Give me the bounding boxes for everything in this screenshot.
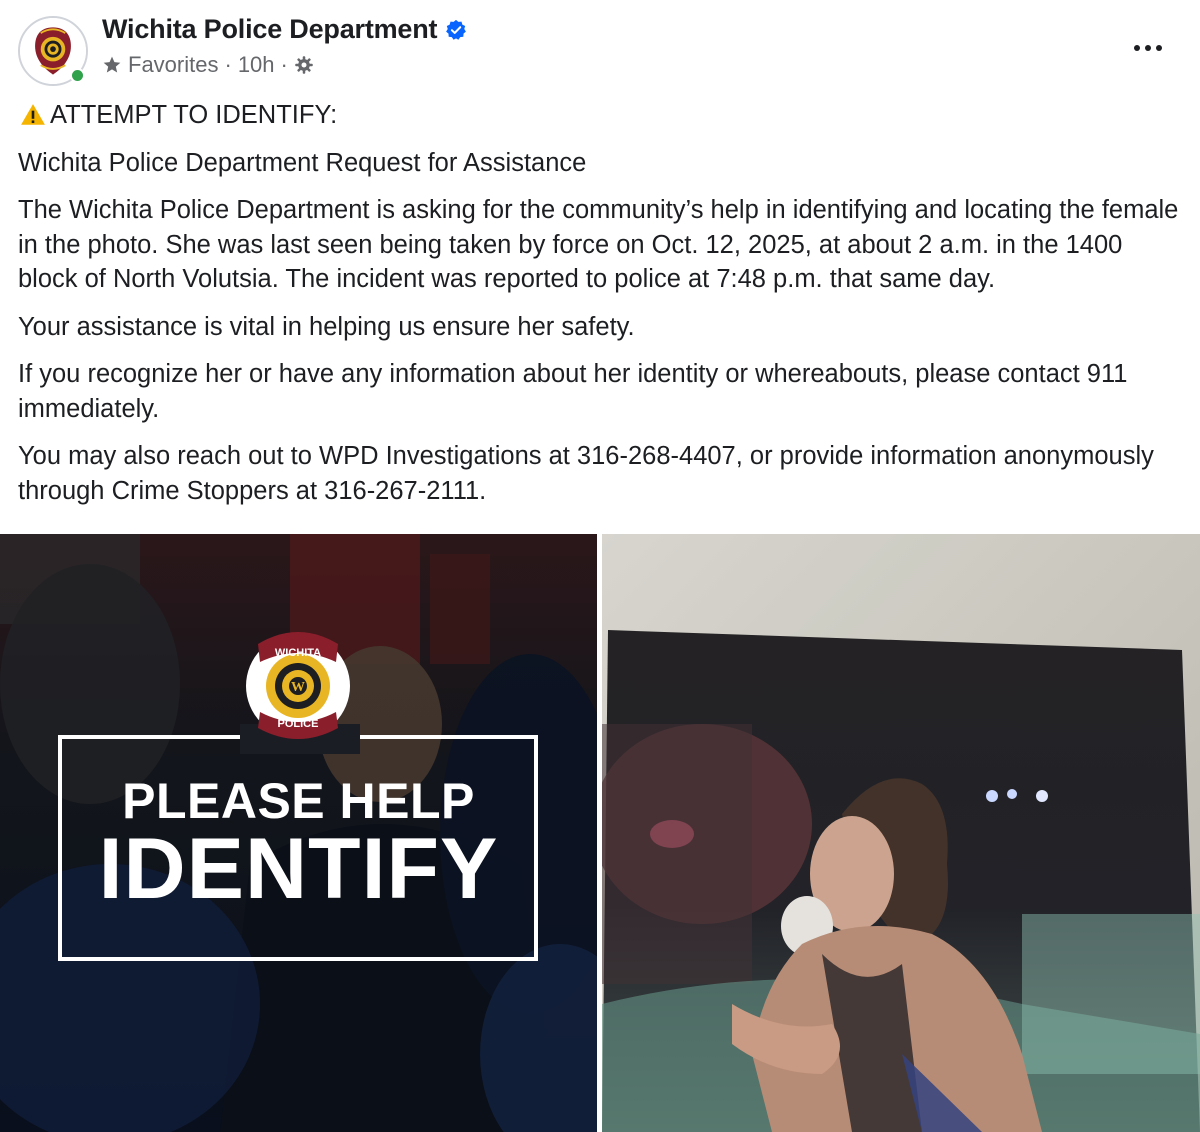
surveillance-photo xyxy=(602,534,1200,1132)
post-paragraph-1: ATTEMPT TO IDENTIFY: xyxy=(18,98,1188,133)
warning-icon xyxy=(21,104,45,125)
badge-center-text: W xyxy=(291,680,305,695)
post-image-please-help-identify[interactable]: WICHITA POLICE W PLEASE HELP IDENTIFY xyxy=(0,534,597,1132)
badge-bottom-text: POLICE xyxy=(278,718,319,730)
post-meta: Favorites · 10h · xyxy=(102,52,314,78)
post-image-surveillance-photo[interactable] xyxy=(602,534,1200,1132)
post-paragraph-2: Wichita Police Department Request for As… xyxy=(18,148,587,177)
online-status-dot xyxy=(70,68,85,83)
meta-separator: · xyxy=(224,52,232,77)
post-paragraph-6: You may also reach out to WPD Investigat… xyxy=(18,442,1154,505)
attempt-to-identify-heading: ATTEMPT TO IDENTIFY: xyxy=(50,101,338,129)
post-timestamp[interactable]: 10h xyxy=(238,52,275,78)
page-avatar[interactable] xyxy=(18,16,88,86)
identify-text: IDENTIFY xyxy=(98,821,499,917)
star-icon xyxy=(103,56,121,73)
post-header: Wichita Police Department Favorites · 10… xyxy=(0,0,1200,100)
post-paragraph-4: Your assistance is vital in helping us e… xyxy=(18,312,635,341)
more-options-button[interactable] xyxy=(1128,30,1168,66)
page-name-row: Wichita Police Department xyxy=(102,14,467,45)
gear-icon[interactable] xyxy=(294,55,314,75)
post-paragraph-5: If you recognize her or have any informa… xyxy=(18,360,1128,423)
favorites-label[interactable]: Favorites xyxy=(128,52,218,78)
page-name-link[interactable]: Wichita Police Department xyxy=(102,14,438,45)
post-text: ATTEMPT TO IDENTIFY: Wichita Police Depa… xyxy=(18,98,1188,521)
badge-top-text: WICHITA xyxy=(275,647,321,659)
police-badge-emblem: WICHITA POLICE W xyxy=(246,632,350,739)
post-paragraph-3: The Wichita Police Department is asking … xyxy=(18,196,1179,293)
verified-badge-icon xyxy=(446,19,467,40)
meta-separator-2: · xyxy=(280,52,288,77)
more-options-icon xyxy=(1134,45,1162,51)
